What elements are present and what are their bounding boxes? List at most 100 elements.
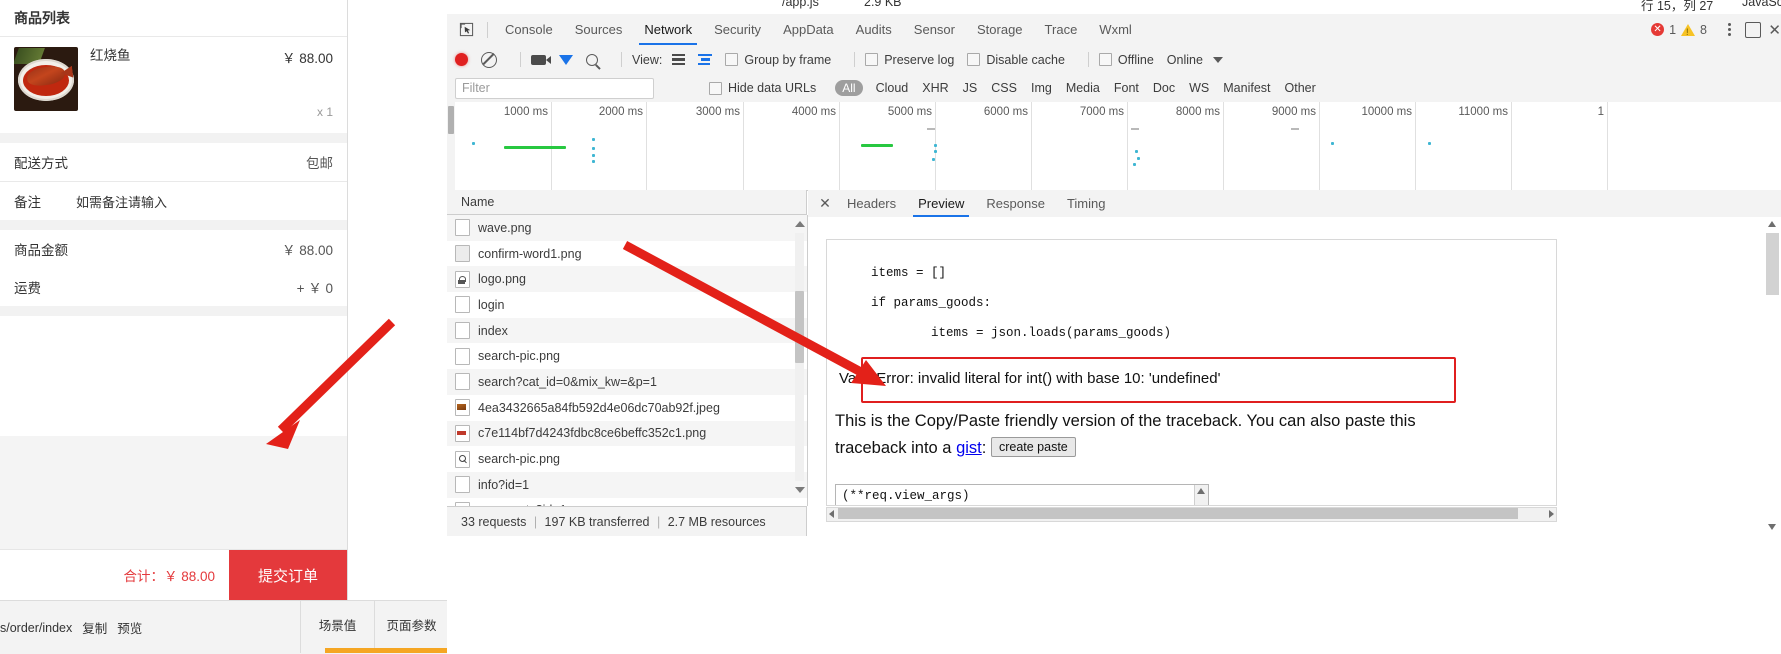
preview-vertical-scrollbar[interactable] xyxy=(1766,219,1779,532)
table-row[interactable]: c7e114bf7d4243fdbc8ce6beffc352c1.png xyxy=(447,420,807,447)
table-row[interactable]: search?cat_id=0&mix_kw=&p=1 xyxy=(447,369,807,395)
ide-tab-scene-value[interactable]: 场景值 xyxy=(301,600,375,653)
shipping-method-row[interactable]: 配送方式 包邮 xyxy=(0,143,347,181)
type-filter-other[interactable]: Other xyxy=(1278,81,1323,95)
scroll-down-icon[interactable] xyxy=(795,487,805,493)
tab-trace[interactable]: Trace xyxy=(1034,15,1089,45)
type-filter-ws[interactable]: WS xyxy=(1182,81,1216,95)
table-row[interactable]: 4ea3432665a84fb592d4e06dc70ab92f.jpeg xyxy=(447,395,807,421)
inspect-element-icon[interactable] xyxy=(451,15,481,45)
overview-handle[interactable] xyxy=(448,106,454,134)
section-gap xyxy=(0,220,347,230)
network-summary-bar: 33 requests | 197 KB transferred | 2.7 M… xyxy=(447,506,807,536)
remark-row[interactable]: 备注 如需备注请输入 xyxy=(0,182,347,220)
filter-button[interactable] xyxy=(559,54,573,78)
warning-count: 8 xyxy=(1700,22,1707,37)
inner-code-box[interactable]: (**req.view_args) xyxy=(835,484,1209,505)
type-filter-all[interactable]: All xyxy=(835,80,863,96)
clear-button[interactable] xyxy=(481,51,497,68)
type-filter-media[interactable]: Media xyxy=(1059,81,1107,95)
table-row[interactable]: search-pic.png xyxy=(447,446,807,472)
tab-audits[interactable]: Audits xyxy=(845,15,903,45)
group-by-frame-checkbox[interactable]: Group by frame xyxy=(725,53,831,67)
requests-column-header[interactable]: Name xyxy=(447,190,807,215)
editor-file-size: 2.9 KB xyxy=(864,0,902,9)
detail-tab-response[interactable]: Response xyxy=(975,190,1056,217)
dock-side-icon[interactable] xyxy=(1745,22,1761,38)
type-filter-xhr[interactable]: XHR xyxy=(915,81,955,95)
search-button[interactable] xyxy=(586,53,598,66)
view-list-button[interactable] xyxy=(672,53,686,66)
preserve-log-checkbox[interactable]: Preserve log xyxy=(865,53,954,67)
submit-order-button[interactable]: 提交订单 xyxy=(229,550,347,600)
scroll-left-icon[interactable] xyxy=(829,510,834,518)
table-row[interactable]: comments?id=1 xyxy=(447,498,807,506)
type-filter-font[interactable]: Font xyxy=(1107,81,1146,95)
table-row[interactable]: logo.png xyxy=(447,266,807,293)
scroll-right-icon[interactable] xyxy=(1549,510,1554,518)
warning-icon xyxy=(1681,23,1696,37)
table-row[interactable]: search-pic.png xyxy=(447,343,807,369)
detail-tab-preview[interactable]: Preview xyxy=(907,190,975,217)
tab-network[interactable]: Network xyxy=(633,15,703,45)
tab-console[interactable]: Console xyxy=(494,15,564,45)
offline-checkbox[interactable]: Offline xyxy=(1098,53,1154,67)
table-row[interactable]: index xyxy=(447,317,807,344)
throttling-value[interactable]: Online xyxy=(1167,53,1203,67)
type-filter-doc[interactable]: Doc xyxy=(1146,81,1182,95)
preview-horizontal-scrollbar[interactable] xyxy=(826,507,1557,522)
disable-cache-label: Disable cache xyxy=(986,52,1065,67)
network-overview-timeline[interactable]: 1000 ms 2000 ms 3000 ms 4000 ms 5000 ms … xyxy=(447,102,1781,191)
tab-security[interactable]: Security xyxy=(703,15,772,45)
scroll-down-icon[interactable] xyxy=(1768,524,1776,530)
capture-screenshots-button[interactable] xyxy=(531,54,551,65)
close-icon[interactable]: ✕ xyxy=(1768,21,1781,39)
hide-data-urls-checkbox[interactable]: Hide data URLs xyxy=(709,81,816,95)
order-goods-item[interactable]: 红烧鱼 ￥ 88.00 x 1 xyxy=(0,37,347,133)
ide-tab-page-params[interactable]: 页面参数 xyxy=(375,600,448,653)
table-row[interactable]: wave.png xyxy=(447,215,807,241)
ide-copy-button[interactable]: 复制 xyxy=(72,618,107,637)
scrollbar-thumb[interactable] xyxy=(1766,233,1779,295)
type-filter-js[interactable]: JS xyxy=(956,81,985,95)
type-filter-css[interactable]: CSS xyxy=(984,81,1024,95)
tab-sensor[interactable]: Sensor xyxy=(903,15,966,45)
magnifier-icon xyxy=(455,450,470,468)
inner-scrollbar[interactable] xyxy=(1194,485,1208,505)
more-vertical-icon[interactable] xyxy=(1721,21,1737,37)
disable-cache-checkbox[interactable]: Disable cache xyxy=(967,53,1065,67)
record-button[interactable] xyxy=(455,53,468,66)
ide-preview-button[interactable]: 预览 xyxy=(107,618,142,637)
type-filter-cloud[interactable]: Cloud xyxy=(869,81,916,95)
goods-thumbnail-icon xyxy=(14,47,78,111)
chevron-down-icon[interactable] xyxy=(1212,56,1223,63)
scroll-up-icon[interactable] xyxy=(1197,488,1205,494)
type-filter-img[interactable]: Img xyxy=(1024,81,1059,95)
tab-wxml[interactable]: Wxml xyxy=(1088,15,1143,45)
requests-list[interactable]: wave.png confirm-word1.png logo.png logi… xyxy=(447,215,808,506)
tab-sources[interactable]: Sources xyxy=(564,15,634,45)
table-row[interactable]: info?id=1 xyxy=(447,471,807,498)
scrollbar-thumb[interactable] xyxy=(838,508,1518,519)
gist-link[interactable]: gist xyxy=(956,439,982,457)
request-name: search?cat_id=0&mix_kw=&p=1 xyxy=(478,374,657,389)
create-paste-button[interactable]: create paste xyxy=(990,437,1076,457)
detail-tab-timing[interactable]: Timing xyxy=(1056,190,1117,217)
tab-appdata[interactable]: AppData xyxy=(772,15,845,45)
tab-storage[interactable]: Storage xyxy=(966,15,1034,45)
close-detail-icon[interactable]: ✕ xyxy=(814,195,836,212)
detail-tab-headers[interactable]: Headers xyxy=(836,190,907,217)
scrollbar-thumb[interactable] xyxy=(795,291,804,363)
requests-scrollbar[interactable] xyxy=(795,221,805,493)
filter-input[interactable]: Filter xyxy=(455,77,654,99)
scroll-up-icon[interactable] xyxy=(1768,221,1776,227)
scroll-up-icon[interactable] xyxy=(795,221,805,227)
type-filter-manifest[interactable]: Manifest xyxy=(1216,81,1277,95)
amount-card: 商品金额 ￥ 88.00 运费 + ￥ 0 xyxy=(0,230,347,306)
doc-icon xyxy=(455,373,470,391)
table-row[interactable]: login xyxy=(447,292,807,318)
table-row[interactable]: confirm-word1.png xyxy=(447,241,807,267)
issue-counts[interactable]: ✕ 1 8 xyxy=(1651,14,1707,45)
view-waterfall-button[interactable] xyxy=(698,53,713,66)
remark-input[interactable]: 如需备注请输入 xyxy=(76,192,167,211)
